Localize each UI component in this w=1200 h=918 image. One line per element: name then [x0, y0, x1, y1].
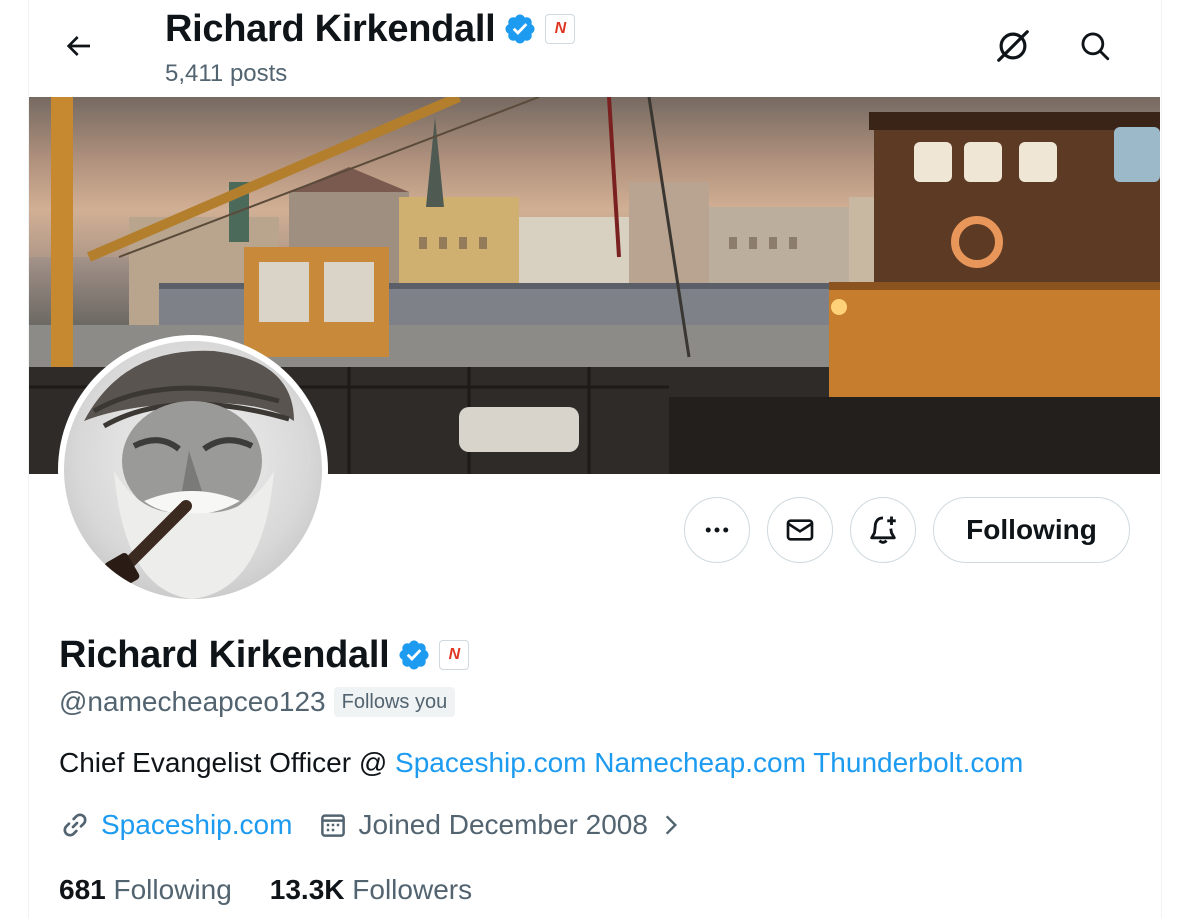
bio-link-namecheap[interactable]: Namecheap.com — [594, 747, 806, 778]
following-stat[interactable]: 681 Following — [59, 870, 232, 910]
following-count: 681 — [59, 874, 106, 905]
grok-icon — [997, 30, 1029, 62]
mail-icon — [786, 519, 814, 541]
back-arrow-icon — [66, 36, 90, 56]
following-button[interactable]: Following — [933, 497, 1130, 563]
avatar[interactable] — [58, 335, 328, 605]
grok-button[interactable] — [985, 18, 1041, 74]
back-button[interactable] — [50, 18, 106, 74]
more-button[interactable] — [684, 497, 750, 563]
handle-row: @namecheapceo123 Follows you — [59, 683, 456, 721]
followers-count: 13.3K — [269, 874, 345, 905]
followers-label: Followers — [352, 874, 473, 905]
joined-item: Joined December 2008 — [318, 805, 684, 845]
header-title: Richard Kirkendall N — [165, 6, 576, 52]
bell-plus-icon — [870, 516, 896, 544]
profile-name: Richard Kirkendall — [59, 634, 390, 676]
profile-name-row: Richard Kirkendall N — [59, 632, 470, 678]
link-icon — [63, 813, 87, 837]
follows-you-badge: Follows you — [333, 687, 456, 717]
affiliate-badge[interactable]: N — [545, 14, 576, 44]
header-name: Richard Kirkendall — [165, 8, 496, 50]
avatar-image — [64, 341, 322, 599]
bio-link-spaceship[interactable]: Spaceship.com — [395, 747, 586, 778]
search-button[interactable] — [1067, 18, 1123, 74]
verified-badge-icon — [503, 12, 537, 46]
chevron-right-icon[interactable] — [658, 812, 684, 838]
profile-handle: @namecheapceo123 — [59, 686, 326, 717]
search-icon — [1081, 32, 1110, 61]
affiliate-badge[interactable]: N — [439, 640, 470, 670]
more-icon — [705, 527, 729, 533]
post-count: 5,411 posts — [165, 60, 288, 87]
bio-link-thunderbolt[interactable]: Thunderbolt.com — [813, 747, 1023, 778]
followers-stat[interactable]: 13.3K Followers — [270, 870, 472, 910]
profile-bio: Chief Evangelist Officer @ Spaceship.com… — [59, 743, 1023, 783]
following-label: Following — [113, 874, 232, 905]
verified-badge-icon[interactable] — [397, 638, 431, 672]
website-link[interactable]: Spaceship.com — [101, 805, 292, 845]
notify-button[interactable] — [850, 497, 916, 563]
website-item: Spaceship.com — [59, 805, 292, 845]
message-button[interactable] — [767, 497, 833, 563]
bio-text: Chief Evangelist Officer @ — [59, 747, 396, 778]
calendar-icon — [321, 814, 346, 837]
follow-stats: 681 Following 13.3K Followers — [59, 870, 472, 910]
profile-meta: Spaceship.com Joined December 2008 — [59, 805, 684, 845]
joined-date: Joined December 2008 — [358, 809, 648, 840]
